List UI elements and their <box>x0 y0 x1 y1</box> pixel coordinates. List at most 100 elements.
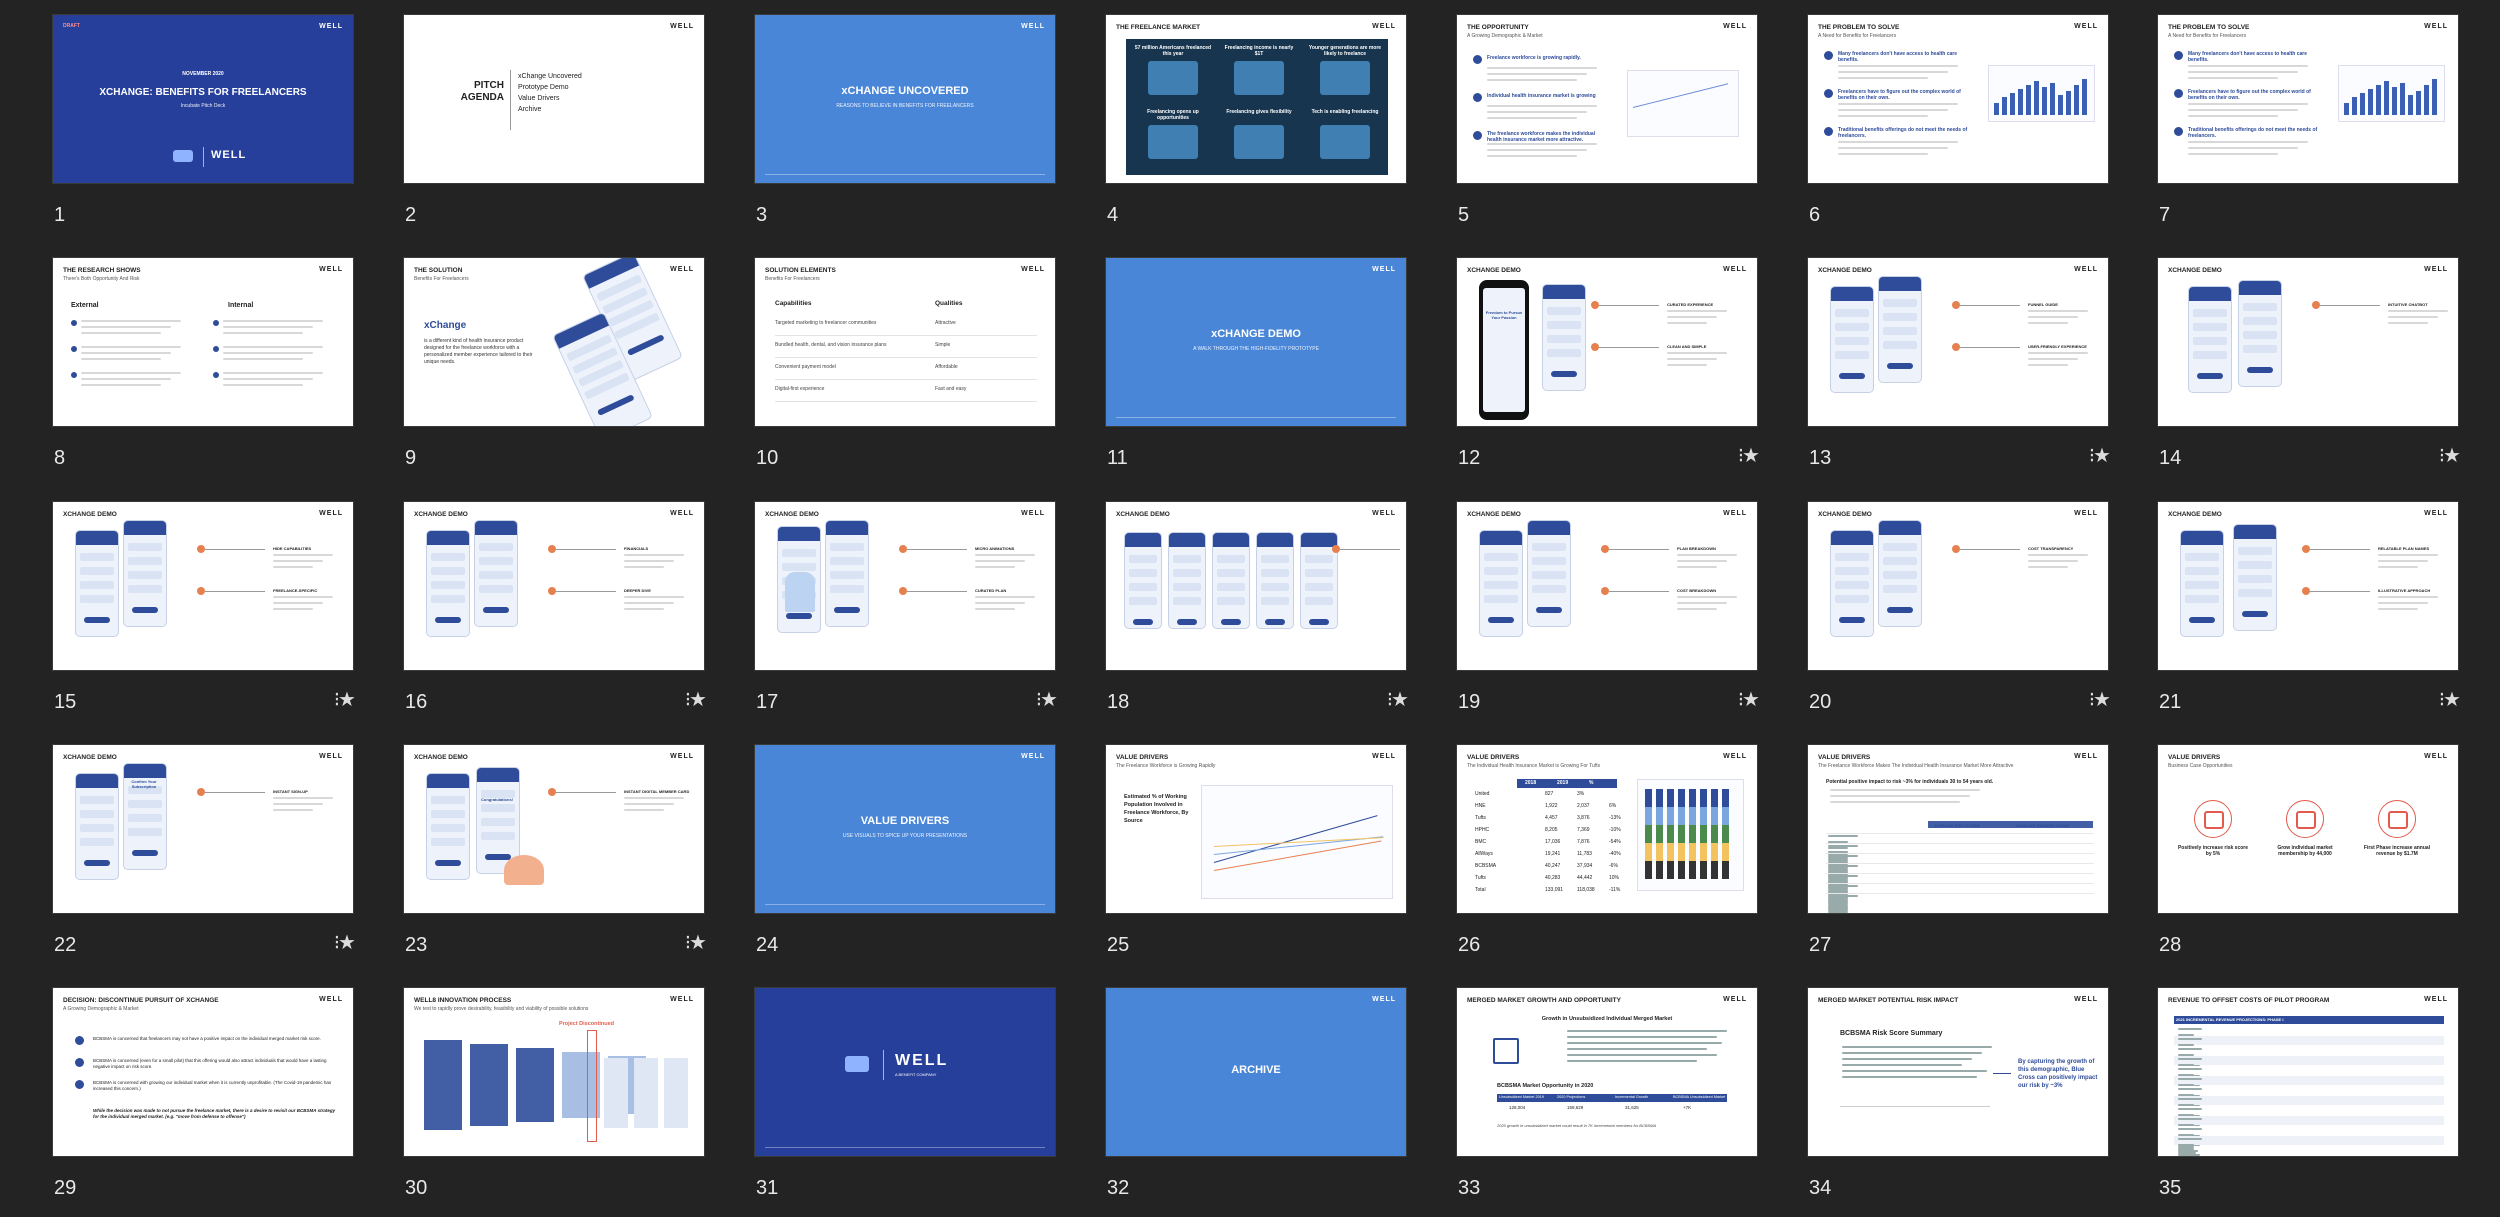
slide-preview[interactable]: WELL MERGED MARKET GROWTH AND OPPORTUNITY… <box>1456 987 1758 1157</box>
slide-thumbnail-15[interactable]: WELL XCHANGE DEMO HIDE CAPABILITIES FREELAN… <box>52 501 357 731</box>
slide-thumbnail-16[interactable]: WELL XCHANGE DEMO FINANCIALS DEEPER DIVE 16 ⁝… <box>403 501 708 731</box>
phone-button <box>626 334 665 357</box>
slide-preview[interactable]: WELL xCHANGE DEMO A WALK THROUGH THE HIGH-… <box>1105 257 1407 427</box>
slide-thumbnail-24[interactable]: WELL VALUE DRIVERS USE VISUALS TO SPICE UP… <box>754 744 1059 974</box>
table-cell: HPHC <box>1475 827 1490 833</box>
slide-preview[interactable]: WELL SOLUTION ELEMENTS Benefits For Freela… <box>754 257 1056 427</box>
slide-preview[interactable]: WELL XCHANGE DEMO INTUITIVE CHATBOT <box>2157 257 2459 427</box>
slide-preview[interactable]: WELL XCHANGE DEMO HIDE CAPABILITIES FREELAN… <box>52 501 354 671</box>
slide-preview[interactable]: WELLXCHANGE DEMOPLAN PERKS <box>1105 501 1407 671</box>
slide-thumbnail-21[interactable]: WELL XCHANGE DEMO RELATABLE PLAN NAMES ILLU… <box>2157 501 2462 731</box>
table-cell: 8,205 <box>1545 827 1558 833</box>
slide-thumbnail-34[interactable]: WELL MERGED MARKET POTENTIAL RISK IMPACT B… <box>1807 987 2112 1217</box>
slide-thumbnail-6[interactable]: WELL THE PROBLEM TO SOLVE A Need for Benef… <box>1807 14 2112 244</box>
slide-preview[interactable]: WELL XCHANGE DEMO RELATABLE PLAN NAMES ILLU… <box>2157 501 2459 671</box>
slide-preview[interactable]: WELL WELL8 INNOVATION PROCESS We test to r… <box>403 987 705 1157</box>
slideshow-star-icon[interactable]: ⁝★ <box>1738 687 1760 712</box>
slide-thumbnail-8[interactable]: WELL THE RESEARCH SHOWS There's Both Oppor… <box>52 257 357 487</box>
text-line <box>1828 903 1848 905</box>
slide-thumbnail-2[interactable]: WELL PITCH AGENDA xChange Uncovered Prototy… <box>403 14 708 244</box>
slide-thumbnail-26[interactable]: WELL VALUE DRIVERS The Individual Health I… <box>1456 744 1761 974</box>
slide-preview[interactable]: WELL VALUE DRIVERS The Freelance Workforce… <box>1807 744 2109 914</box>
slide-preview[interactable]: WELL ARCHIVE <box>1105 987 1407 1157</box>
slide-thumbnail-14[interactable]: WELL XCHANGE DEMO INTUITIVE CHATBOT 14 ⁝★ <box>2157 257 2462 487</box>
slide-preview[interactable]: WELL DRAFT NOVEMBER 2020 XCHANGE: BENEFITS … <box>52 14 354 184</box>
slide-thumbnail-31[interactable]: WELL A BENEFIT COMPANY 31 <box>754 987 1059 1217</box>
slideshow-star-icon[interactable]: ⁝★ <box>2439 443 2461 468</box>
stacked-segment <box>1700 789 1707 807</box>
slide-thumbnail-7[interactable]: WELL THE PROBLEM TO SOLVE A Need for Benef… <box>2157 14 2462 244</box>
slide-preview[interactable]: WELL XCHANGE DEMO FINANCIALS DEEPER DIVE <box>403 501 705 671</box>
slideshow-star-icon[interactable]: ⁝★ <box>1738 443 1760 468</box>
slide-thumbnail-23[interactable]: WELL XCHANGE DEMO Congratulations! INSTANT … <box>403 744 708 974</box>
slide-preview[interactable]: WELL VALUE DRIVERS The Individual Health I… <box>1456 744 1758 914</box>
slide-preview[interactable]: WELL THE SOLUTION Benefits For Freelancers… <box>403 257 705 427</box>
slide-preview[interactable]: WELL THE OPPORTUNITY A Growing Demographic… <box>1456 14 1758 184</box>
slide-thumbnail-11[interactable]: WELL xCHANGE DEMO A WALK THROUGH THE HIGH-… <box>1105 257 1410 487</box>
phone-block <box>830 571 864 579</box>
slide-thumbnail-28[interactable]: WELL VALUE DRIVERS Business Case Opportuni… <box>2157 744 2462 974</box>
slide-thumbnail-3[interactable]: WELL xCHANGE UNCOVERED REASONS TO BELIEVE … <box>754 14 1059 244</box>
slide-thumbnail-30[interactable]: WELL WELL8 INNOVATION PROCESS We test to r… <box>403 987 708 1217</box>
slide-preview[interactable]: WELL VALUE DRIVERS The Freelance Workforce… <box>1105 744 1407 914</box>
slide-thumbnail-35[interactable]: WELL REVENUE TO OFFSET COSTS OF PILOT PRO… <box>2157 987 2462 1217</box>
slide-preview[interactable]: WELL XCHANGE DEMO Confirm Your Subscriptio… <box>52 744 354 914</box>
slideshow-star-icon[interactable]: ⁝★ <box>2089 443 2111 468</box>
slide-preview[interactable]: WELL VALUE DRIVERS USE VISUALS TO SPICE UP… <box>754 744 1056 914</box>
slide-preview[interactable]: WELL XCHANGE DEMO PLAN BREAKDOWN COST BREAK… <box>1456 501 1758 671</box>
chart-bar <box>2002 97 2007 115</box>
slide-thumbnail-27[interactable]: WELL VALUE DRIVERS The Freelance Workforce… <box>1807 744 2112 974</box>
slideshow-star-icon[interactable]: ⁝★ <box>1036 687 1058 712</box>
slide-thumbnail-1[interactable]: WELL DRAFT NOVEMBER 2020 XCHANGE: BENEFITS … <box>52 14 357 244</box>
slideshow-star-icon[interactable]: ⁝★ <box>334 687 356 712</box>
slideshow-star-icon[interactable]: ⁝★ <box>1387 687 1409 712</box>
slide-thumbnail-25[interactable]: WELL VALUE DRIVERS The Freelance Workforce… <box>1105 744 1410 974</box>
slide-thumbnail-12[interactable]: WELL XCHANGE DEMO Freedom to Pursue Your P… <box>1456 257 1761 487</box>
slide-thumbnail-33[interactable]: WELL MERGED MARKET GROWTH AND OPPORTUNITY… <box>1456 987 1761 1217</box>
stacked-segment <box>1645 843 1652 861</box>
slide-preview[interactable]: WELL VALUE DRIVERS Business Case Opportuni… <box>2157 744 2459 914</box>
slide-preview[interactable]: WELL XCHANGE DEMO COST TRANSPARENCY <box>1807 501 2109 671</box>
slide-thumbnail-20[interactable]: WELL XCHANGE DEMO COST TRANSPARENCY 20 ⁝★ <box>1807 501 2112 731</box>
callout-marker <box>548 788 556 796</box>
slide-preview[interactable]: WELL A BENEFIT COMPANY <box>754 987 1056 1157</box>
phone-block <box>1883 585 1917 593</box>
text-line <box>1828 887 1848 889</box>
slide-preview[interactable]: WELL MERGED MARKET POTENTIAL RISK IMPACT B… <box>1807 987 2109 1157</box>
text-line <box>2028 352 2088 354</box>
slideshow-star-icon[interactable]: ⁝★ <box>334 930 356 955</box>
slide-preview[interactable]: WELL THE PROBLEM TO SOLVE A Need for Benef… <box>2157 14 2459 184</box>
slide-preview[interactable]: WELL THE RESEARCH SHOWS There's Both Oppor… <box>52 257 354 427</box>
slide-thumbnail-29[interactable]: WELL DECISION: DISCONTINUE PURSUIT OF XCH… <box>52 987 357 1217</box>
slide-thumbnail-10[interactable]: WELL SOLUTION ELEMENTS Benefits For Freela… <box>754 257 1059 487</box>
slide-preview[interactable]: WELL XCHANGE DEMO Freedom to Pursue Your P… <box>1456 257 1758 427</box>
slide-preview[interactable]: WELL THE FREELANCE MARKET 57 million Ameri… <box>1105 14 1407 184</box>
slideshow-star-icon[interactable]: ⁝★ <box>685 930 707 955</box>
slide-thumbnail-19[interactable]: WELL XCHANGE DEMO PLAN BREAKDOWN COST BREAK… <box>1456 501 1761 731</box>
slide-thumbnail-4[interactable]: WELL THE FREELANCE MARKET 57 million Ameri… <box>1105 14 1410 244</box>
slideshow-star-icon[interactable]: ⁝★ <box>2439 687 2461 712</box>
slide-preview[interactable]: WELL xCHANGE UNCOVERED REASONS TO BELIEVE … <box>754 14 1056 184</box>
slide-preview[interactable]: WELL PITCH AGENDA xChange Uncovered Prototy… <box>403 14 705 184</box>
slide-preview[interactable]: WELL XCHANGE DEMO MICRO ANIMATIONS CURATED … <box>754 501 1056 671</box>
slide-thumbnail-17[interactable]: WELL XCHANGE DEMO MICRO ANIMATIONS CURATED … <box>754 501 1059 731</box>
slide-thumbnail-9[interactable]: WELL THE SOLUTION Benefits For Freelancers… <box>403 257 708 487</box>
slide-number: 33 <box>1458 1177 1481 1199</box>
slide-thumbnail-22[interactable]: WELL XCHANGE DEMO Confirm Your Subscriptio… <box>52 744 357 974</box>
slide-thumbnail-18[interactable]: WELLXCHANGE DEMOPLAN PERKS18⁝★ <box>1105 501 1410 731</box>
slide-number: 23 <box>405 934 428 956</box>
callout-connector <box>556 591 616 592</box>
slide-preview[interactable]: WELL DECISION: DISCONTINUE PURSUIT OF XCH… <box>52 987 354 1157</box>
slide-preview[interactable]: WELL XCHANGE DEMO Congratulations! INSTANT … <box>403 744 705 914</box>
callout-marker <box>1591 343 1599 351</box>
phone-block <box>1835 323 1869 331</box>
slide-thumbnail-32[interactable]: WELL ARCHIVE 32 <box>1105 987 1410 1217</box>
slide-preview[interactable]: WELL REVENUE TO OFFSET COSTS OF PILOT PRO… <box>2157 987 2459 1157</box>
callout-connector <box>556 792 616 793</box>
slide-preview[interactable]: WELL XCHANGE DEMO FUNNEL GUIDE USER-FRIENDL… <box>1807 257 2109 427</box>
slideshow-star-icon[interactable]: ⁝★ <box>2089 687 2111 712</box>
slide-thumbnail-5[interactable]: WELL THE OPPORTUNITY A Growing Demographic… <box>1456 14 1761 244</box>
slide-thumbnail-13[interactable]: WELL XCHANGE DEMO FUNNEL GUIDE USER-FRIENDL… <box>1807 257 2112 487</box>
slideshow-star-icon[interactable]: ⁝★ <box>685 687 707 712</box>
slide-preview[interactable]: WELL THE PROBLEM TO SOLVE A Need for Benef… <box>1807 14 2109 184</box>
